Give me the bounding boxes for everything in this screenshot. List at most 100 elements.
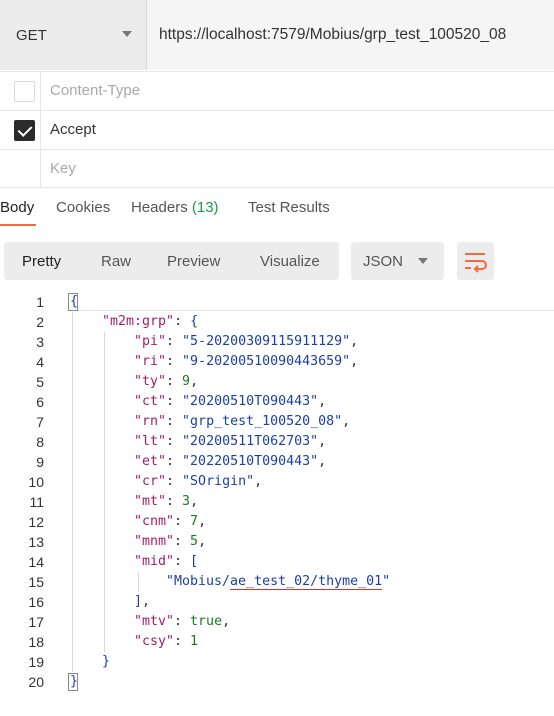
code-line: 18 "csy": 1 <box>0 632 554 652</box>
code-text: "mnm": 5, <box>134 532 206 552</box>
code-token: , <box>190 494 199 509</box>
wrap-lines-icon <box>465 253 487 273</box>
code-token: "et" <box>134 454 167 469</box>
code-text: "Mobius/ae_test_02/thyme_01" <box>166 572 390 592</box>
code-token: : <box>174 534 191 549</box>
code-token: "20220510T090443" <box>182 454 319 469</box>
preview-button[interactable]: Preview <box>167 253 220 270</box>
line-number: 19 <box>28 654 44 670</box>
checkbox-cell <box>0 150 41 188</box>
code-token: { <box>190 314 199 329</box>
indent-guide <box>72 312 73 672</box>
code-token: , <box>222 614 231 629</box>
code-token: , <box>190 374 199 389</box>
code-token: : <box>174 514 191 529</box>
code-token: : <box>166 454 183 469</box>
tab-body[interactable]: Body <box>0 199 34 216</box>
header-key-accept[interactable]: Accept <box>50 121 96 138</box>
code-token: , <box>198 534 207 549</box>
code-token: , <box>142 594 151 609</box>
code-token: 1 <box>190 634 199 649</box>
code-text: "cnm": 7, <box>134 512 206 532</box>
code-token: : <box>166 434 183 449</box>
format-select[interactable]: JSON <box>351 242 444 280</box>
code-token: "cnm" <box>134 514 175 529</box>
line-number: 8 <box>36 434 44 450</box>
code-token: , <box>350 334 359 349</box>
line-number: 2 <box>36 314 44 330</box>
code-token: } <box>102 654 111 669</box>
header-key-content-type[interactable]: Content-Type <box>50 82 140 99</box>
tab-cookies[interactable]: Cookies <box>56 199 110 216</box>
code-line: 11 "mt": 3, <box>0 492 554 512</box>
indent-guide <box>138 572 139 592</box>
code-token: , <box>342 414 351 429</box>
code-line: 10 "cr": "SOrigin", <box>0 472 554 492</box>
code-token: "9-20200510090443659" <box>182 354 351 369</box>
chevron-down-icon <box>122 31 132 37</box>
code-token: "ct" <box>134 394 167 409</box>
code-text: "lt": "20200511T062703", <box>134 432 326 452</box>
line-number: 5 <box>36 374 44 390</box>
code-text: "mt": 3, <box>134 492 198 512</box>
code-token: "Mobius/ <box>166 574 231 589</box>
tab-headers[interactable]: Headers (13) <box>131 199 219 216</box>
code-line: 2 "m2m:grp": { <box>0 312 554 332</box>
code-token: "grp_test_100520_08" <box>182 414 343 429</box>
code-token: "mtv" <box>134 614 175 629</box>
code-text: "csy": 1 <box>134 632 198 652</box>
code-text: "rn": "grp_test_100520_08", <box>134 412 350 432</box>
matching-brace-highlight <box>68 673 78 691</box>
tab-headers-label: Headers <box>131 199 188 216</box>
line-number: 14 <box>28 554 44 570</box>
raw-button[interactable]: Raw <box>101 253 131 270</box>
header-row: Content-Type <box>0 71 554 110</box>
pretty-button[interactable]: Pretty <box>22 253 61 270</box>
line-number: 3 <box>36 334 44 350</box>
code-line: 16], <box>0 592 554 612</box>
header-checkbox-accept[interactable] <box>14 120 35 141</box>
code-line: 14 "mid": [ <box>0 552 554 572</box>
code-text: ], <box>134 592 150 612</box>
body-toolbar: Pretty Raw Preview Visualize JSON <box>0 242 554 280</box>
header-row: Accept <box>0 110 554 149</box>
chevron-down-icon <box>418 258 428 264</box>
line-number: 12 <box>28 514 44 530</box>
code-line: 12 "cnm": 7, <box>0 512 554 532</box>
header-row-new: Key <box>0 149 554 188</box>
code-token: "ty" <box>134 374 167 389</box>
code-token: : <box>166 494 183 509</box>
code-token: "m2m:grp" <box>102 314 175 329</box>
header-checkbox-content-type[interactable] <box>14 81 35 102</box>
code-line: 5 "ty": 9, <box>0 372 554 392</box>
code-token: : <box>166 334 183 349</box>
visualize-button[interactable]: Visualize <box>260 253 320 270</box>
indent-guide <box>104 332 105 652</box>
code-token: : <box>166 474 183 489</box>
code-text: "m2m:grp": { <box>102 312 198 332</box>
code-token: "ri" <box>134 354 167 369</box>
method-select[interactable]: GET <box>0 0 147 70</box>
code-text: "et": "20220510T090443", <box>134 452 326 472</box>
code-line: 19} <box>0 652 554 672</box>
code-line: 3 "pi": "5-20200309115911129", <box>0 332 554 352</box>
code-token: 7 <box>190 514 199 529</box>
tab-test-results[interactable]: Test Results <box>248 199 330 216</box>
code-token: "rn" <box>134 414 167 429</box>
code-line: 13 "mnm": 5, <box>0 532 554 552</box>
method-label: GET <box>16 26 47 44</box>
line-number: 6 <box>36 394 44 410</box>
wrap-lines-button[interactable] <box>457 242 494 280</box>
code-token: , <box>318 394 327 409</box>
line-number: 1 <box>36 294 44 310</box>
code-token: "mid" <box>134 554 175 569</box>
headers-count-badge: (13) <box>191 199 219 216</box>
url-input[interactable]: https://localhost:7579/Mobius/grp_test_1… <box>147 0 554 70</box>
code-token: "csy" <box>134 634 175 649</box>
code-text: "ct": "20200510T090443", <box>134 392 326 412</box>
header-key-input[interactable]: Key <box>50 160 76 177</box>
code-token: : <box>166 414 183 429</box>
code-text: "mid": [ <box>134 552 198 572</box>
code-line: 6 "ct": "20200510T090443", <box>0 392 554 412</box>
code-line: 1{ <box>0 292 554 312</box>
